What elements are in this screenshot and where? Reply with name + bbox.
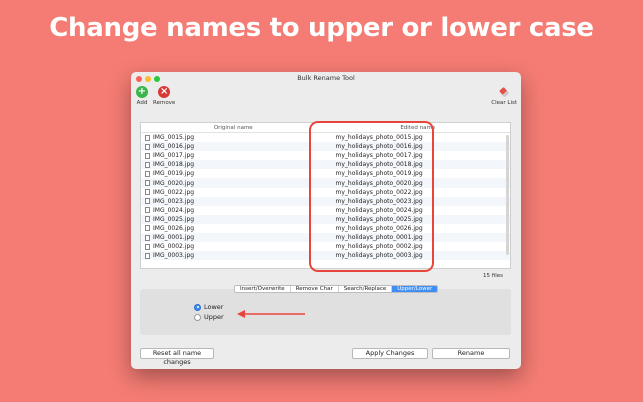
remove-button[interactable]: × Remove — [153, 86, 175, 106]
tab-search-replace[interactable]: Search/Replace — [339, 286, 393, 292]
file-icon — [145, 216, 150, 223]
remove-label: Remove — [153, 100, 176, 106]
add-button[interactable]: + Add — [136, 86, 148, 106]
tab-remove-char[interactable]: Remove Char — [291, 286, 339, 292]
file-count: 15 files — [483, 273, 503, 279]
titlebar: Bulk Rename Tool — [131, 72, 521, 84]
file-icon — [145, 189, 150, 196]
upper-label: Upper — [204, 313, 224, 321]
file-icon — [145, 143, 150, 150]
original-name-cell: IMG_0001.jpg — [141, 233, 326, 242]
original-name: IMG_0018.jpg — [153, 161, 195, 169]
rename-button[interactable]: Rename — [432, 348, 510, 359]
toolbar: + Add × Remove Clear List — [131, 84, 521, 112]
original-name-cell: IMG_0022.jpg — [141, 188, 326, 197]
original-name: IMG_0003.jpg — [153, 252, 195, 260]
original-name: IMG_0019.jpg — [153, 170, 195, 178]
file-icon — [145, 252, 150, 259]
tab-upper-lower[interactable]: Upper/Lower — [392, 286, 438, 292]
x-circle-icon: × — [158, 86, 171, 98]
original-name: IMG_0002.jpg — [153, 243, 195, 251]
window-title: Bulk Rename Tool — [297, 74, 355, 82]
table-scrollbar[interactable] — [506, 135, 509, 255]
column-original-name[interactable]: Original name — [141, 123, 326, 132]
options-panel: Lower Upper — [140, 289, 511, 335]
original-name-cell: IMG_0002.jpg — [141, 242, 326, 251]
original-name: IMG_0022.jpg — [153, 188, 195, 196]
original-name-cell: IMG_0015.jpg — [141, 133, 326, 142]
file-icon — [145, 234, 150, 241]
file-icon — [145, 161, 150, 168]
file-icon — [145, 180, 150, 187]
lower-radio[interactable] — [194, 303, 201, 311]
original-name-cell: IMG_0017.jpg — [141, 151, 326, 160]
lower-option[interactable]: Lower — [194, 303, 223, 311]
headline: Change names to upper or lower case — [49, 13, 594, 43]
tab-insert-overwrite[interactable]: Insert/Overwrite — [235, 286, 291, 292]
original-name-cell: IMG_0019.jpg — [141, 169, 326, 178]
file-icon — [145, 225, 150, 232]
mode-tabs: Insert/Overwrite Remove Char Search/Replac… — [234, 285, 439, 293]
original-name-cell: IMG_0020.jpg — [141, 178, 326, 187]
original-name-cell: IMG_0023.jpg — [141, 197, 326, 206]
app-window: Bulk Rename Tool + Add × Remove Clear Li… — [131, 72, 521, 369]
original-name-cell: IMG_0025.jpg — [141, 215, 326, 224]
original-name: IMG_0017.jpg — [153, 152, 195, 160]
file-icon — [145, 198, 150, 205]
upper-radio[interactable] — [194, 313, 201, 321]
edited-name-highlight — [309, 121, 434, 272]
apply-changes-button[interactable]: Apply Changes — [352, 348, 428, 359]
original-name: IMG_0020.jpg — [153, 179, 195, 187]
upper-option[interactable]: Upper — [194, 313, 224, 321]
reset-button[interactable]: Reset all name changes — [140, 348, 214, 366]
original-name-cell: IMG_0016.jpg — [141, 142, 326, 151]
clear-list-button[interactable]: Clear List — [491, 86, 517, 106]
original-name: IMG_0001.jpg — [153, 234, 195, 242]
plus-circle-icon: + — [136, 86, 148, 98]
original-name-cell: IMG_0024.jpg — [141, 206, 326, 215]
original-name: IMG_0025.jpg — [153, 215, 195, 223]
file-icon — [145, 134, 150, 141]
lower-label: Lower — [204, 303, 224, 311]
original-name: IMG_0015.jpg — [153, 134, 195, 142]
original-name: IMG_0024.jpg — [153, 206, 195, 214]
add-label: Add — [136, 100, 148, 106]
clear-list-label: Clear List — [491, 100, 517, 106]
arrow-icon — [237, 310, 305, 318]
original-name: IMG_0023.jpg — [153, 197, 195, 205]
original-name-cell: IMG_0026.jpg — [141, 224, 326, 233]
eraser-icon — [498, 86, 510, 98]
original-name-cell: IMG_0018.jpg — [141, 160, 326, 169]
file-icon — [145, 152, 150, 159]
original-name: IMG_0016.jpg — [153, 143, 195, 151]
file-icon — [145, 207, 150, 214]
original-name-cell: IMG_0003.jpg — [141, 251, 326, 260]
file-icon — [145, 243, 150, 250]
file-icon — [145, 170, 150, 177]
original-name: IMG_0026.jpg — [153, 224, 195, 232]
